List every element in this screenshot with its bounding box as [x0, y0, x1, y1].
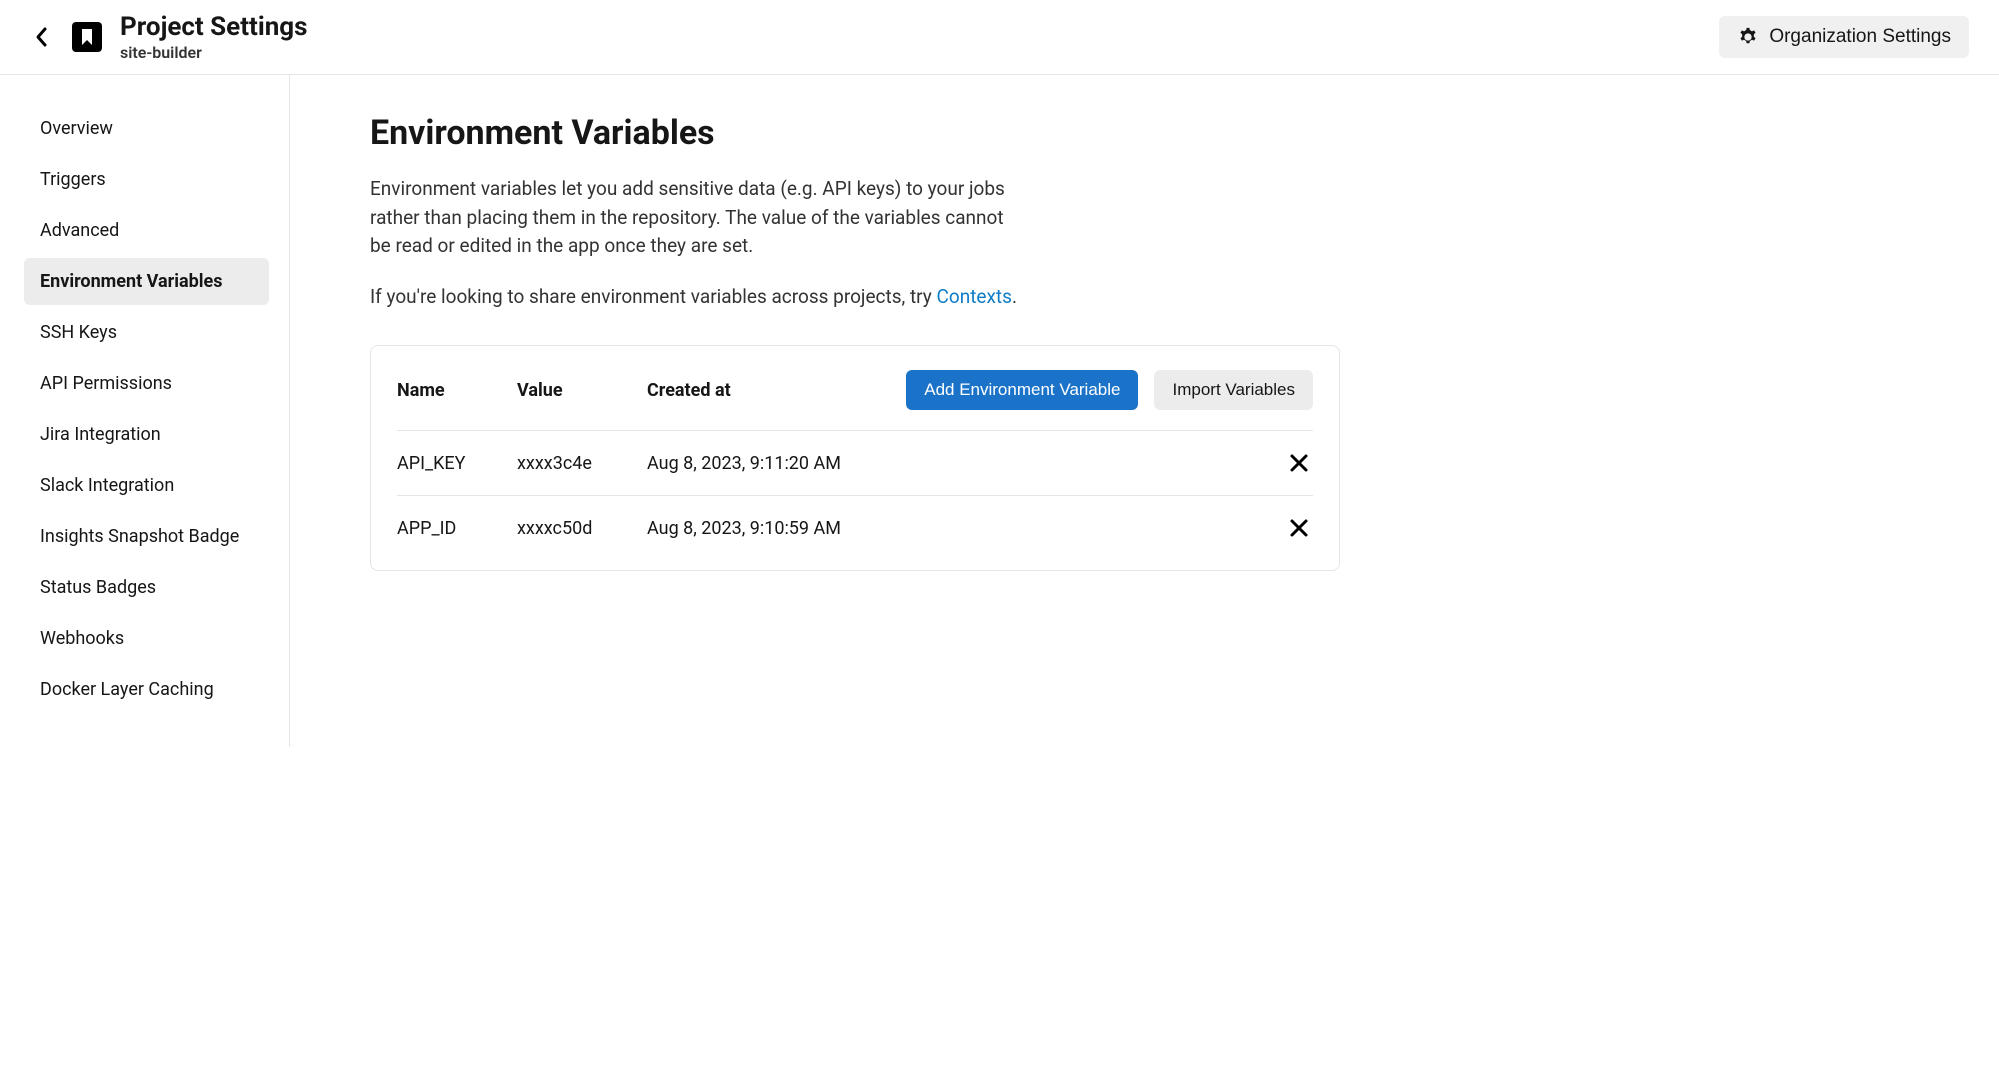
contexts-hint-pre: If you're looking to share environment v… — [370, 285, 937, 308]
variable-row: APP_ID xxxxc50d Aug 8, 2023, 9:10:59 AM — [397, 496, 1313, 560]
variable-name: API_KEY — [397, 453, 517, 474]
gear-icon — [1737, 26, 1759, 48]
sidebar-item-overview[interactable]: Overview — [24, 105, 269, 152]
sidebar-item-docker-layer-caching[interactable]: Docker Layer Caching — [24, 666, 269, 713]
sidebar-item-slack-integration[interactable]: Slack Integration — [24, 462, 269, 509]
variable-created: Aug 8, 2023, 9:10:59 AM — [647, 518, 1285, 539]
sidebar-item-triggers[interactable]: Triggers — [24, 156, 269, 203]
project-name: site-builder — [120, 43, 308, 62]
close-icon — [1289, 518, 1309, 538]
sidebar-item-jira-integration[interactable]: Jira Integration — [24, 411, 269, 458]
project-icon — [72, 22, 102, 52]
variable-value: xxxx3c4e — [517, 453, 647, 474]
back-button[interactable] — [30, 25, 54, 49]
variable-created: Aug 8, 2023, 9:11:20 AM — [647, 453, 1285, 474]
contexts-hint-post: . — [1012, 285, 1017, 308]
title-block: Project Settings site-builder — [120, 12, 308, 62]
sidebar-item-status-badges[interactable]: Status Badges — [24, 564, 269, 611]
main-title: Environment Variables — [370, 113, 1340, 153]
column-value: Value — [517, 380, 647, 401]
sidebar-item-ssh-keys[interactable]: SSH Keys — [24, 309, 269, 356]
variable-value: xxxxc50d — [517, 518, 647, 539]
sidebar-item-insights-snapshot-badge[interactable]: Insights Snapshot Badge — [24, 513, 269, 560]
sidebar-item-advanced[interactable]: Advanced — [24, 207, 269, 254]
column-name: Name — [397, 380, 517, 401]
button-group: Add Environment Variable Import Variable… — [906, 370, 1313, 410]
organization-settings-button[interactable]: Organization Settings — [1719, 16, 1969, 58]
main-content: Environment Variables Environment variab… — [290, 75, 1420, 747]
sidebar-item-webhooks[interactable]: Webhooks — [24, 615, 269, 662]
contexts-link[interactable]: Contexts — [937, 285, 1012, 308]
close-icon — [1289, 453, 1309, 473]
chevron-left-icon — [34, 25, 50, 49]
sidebar-item-api-permissions[interactable]: API Permissions — [24, 360, 269, 407]
delete-variable-button[interactable] — [1285, 514, 1313, 542]
import-variables-button[interactable]: Import Variables — [1154, 370, 1313, 410]
variables-header: Name Value Created at Add Environment Va… — [397, 370, 1313, 431]
sidebar-item-environment-variables[interactable]: Environment Variables — [24, 258, 269, 305]
contexts-hint: If you're looking to share environment v… — [370, 283, 1340, 312]
body: Overview Triggers Advanced Environment V… — [0, 75, 1999, 747]
variables-card: Name Value Created at Add Environment Va… — [370, 345, 1340, 571]
variable-row: API_KEY xxxx3c4e Aug 8, 2023, 9:11:20 AM — [397, 431, 1313, 496]
add-environment-variable-button[interactable]: Add Environment Variable — [906, 370, 1138, 410]
organization-settings-label: Organization Settings — [1769, 26, 1951, 48]
column-headers: Name Value Created at — [397, 380, 906, 401]
top-bar: Project Settings site-builder Organizati… — [0, 0, 1999, 75]
top-bar-left: Project Settings site-builder — [30, 12, 308, 62]
page-title: Project Settings — [120, 12, 308, 43]
column-created: Created at — [647, 380, 906, 401]
main-description: Environment variables let you add sensit… — [370, 175, 1020, 261]
variable-name: APP_ID — [397, 518, 517, 539]
sidebar: Overview Triggers Advanced Environment V… — [0, 75, 290, 747]
delete-variable-button[interactable] — [1285, 449, 1313, 477]
